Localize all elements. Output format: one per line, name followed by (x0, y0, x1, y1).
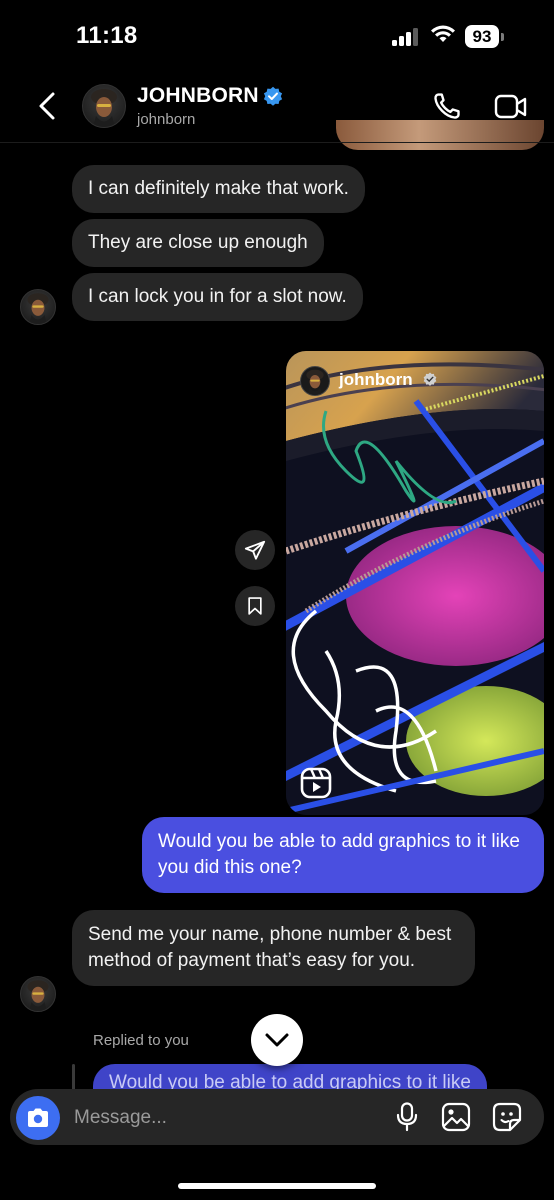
wifi-icon (430, 24, 456, 49)
home-indicator (178, 1183, 376, 1189)
incoming-message[interactable]: I can lock you in for a slot now. (72, 273, 363, 321)
share-button[interactable] (235, 530, 275, 570)
battery-indicator: 93 (465, 25, 499, 48)
contact-name[interactable]: JOHNBORN (137, 84, 259, 108)
image-icon (441, 1102, 471, 1132)
save-button[interactable] (235, 586, 275, 626)
cellular-signal-icon (392, 28, 420, 46)
back-button[interactable] (34, 90, 60, 127)
bookmark-icon (248, 597, 262, 615)
message-input[interactable] (72, 1102, 376, 1134)
status-time: 11:18 (76, 22, 138, 49)
battery-tip (501, 33, 504, 41)
sticker-button[interactable] (491, 1101, 523, 1133)
incoming-message[interactable]: They are close up enough (72, 219, 324, 267)
verified-badge-icon (263, 86, 283, 111)
outgoing-message[interactable]: Would you be able to add graphics to it … (142, 817, 544, 893)
reel-author-name[interactable]: johnborn (339, 370, 413, 390)
replied-label: Replied to you (93, 1032, 189, 1049)
reels-icon (300, 767, 332, 804)
voice-message-button[interactable] (392, 1101, 422, 1133)
verified-badge-icon (423, 372, 437, 391)
header-divider (0, 142, 554, 143)
avatar[interactable] (82, 84, 126, 128)
video-call-button[interactable] (494, 93, 528, 126)
camera-button[interactable] (16, 1096, 60, 1140)
avatar-illustration (27, 293, 49, 324)
incoming-message[interactable]: Send me your name, phone number & best m… (72, 910, 475, 986)
sender-avatar[interactable] (20, 976, 56, 1012)
reply-preview-bubble[interactable]: Would you be able to add graphics to it … (93, 1064, 487, 1090)
chevron-down-icon (265, 1033, 289, 1047)
avatar-illustration (306, 369, 324, 395)
contact-handle[interactable]: johnborn (137, 111, 195, 128)
reel-artwork (286, 351, 544, 815)
phone-icon (434, 93, 460, 119)
sender-avatar[interactable] (20, 289, 56, 325)
shared-reel-card[interactable]: johnborn (286, 351, 544, 815)
paper-plane-icon (244, 540, 266, 560)
reel-author-avatar[interactable] (300, 366, 330, 396)
camera-icon (28, 1108, 48, 1127)
call-button[interactable] (432, 91, 462, 126)
avatar-illustration (91, 89, 117, 127)
avatar-illustration (27, 980, 49, 1011)
sticker-icon (492, 1102, 522, 1132)
incoming-message[interactable]: I can definitely make that work. (72, 165, 365, 213)
microphone-icon (396, 1102, 418, 1132)
scroll-to-bottom-button[interactable] (251, 1014, 303, 1066)
gallery-button[interactable] (440, 1101, 472, 1133)
video-camera-icon (494, 94, 527, 119)
chevron-left-icon (39, 92, 55, 120)
